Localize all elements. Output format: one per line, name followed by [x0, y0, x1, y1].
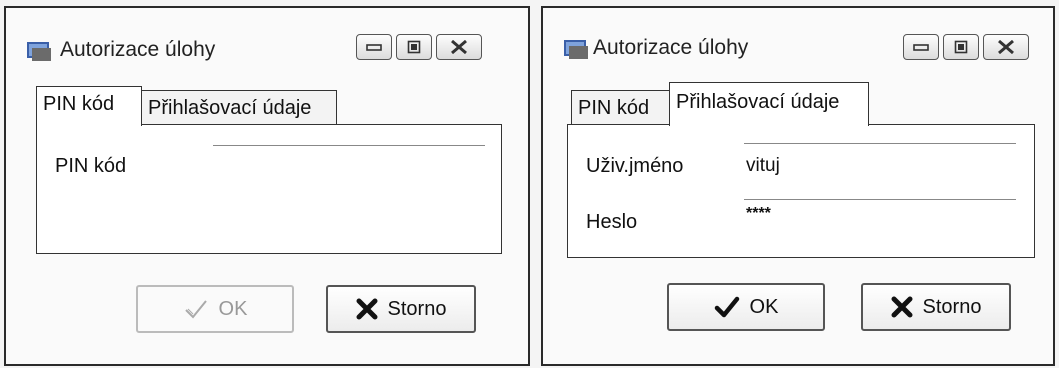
dialog-title: Autorizace úlohy	[593, 36, 749, 59]
tab-label: Přihlašovací údaje	[148, 97, 312, 119]
title-bar: Autorizace úlohy	[543, 8, 1053, 78]
close-button[interactable]	[436, 34, 482, 60]
tab-pin-kod[interactable]: PIN kód	[571, 90, 671, 124]
ok-button[interactable]: OK	[667, 283, 825, 331]
username-label: Uživ.jméno	[586, 155, 684, 177]
password-input-border	[744, 199, 1016, 200]
tab-panel: PIN kód	[36, 124, 502, 254]
auth-dialog-login: Autorizace úlohy PIN kód Přihlašovací úd…	[541, 6, 1055, 366]
x-icon	[356, 298, 378, 320]
maximize-icon	[407, 40, 421, 54]
checkmark-icon	[184, 300, 207, 319]
storno-label: Storno	[387, 297, 447, 320]
tab-pin-kod[interactable]: PIN kód	[36, 86, 142, 126]
app-window-icon	[26, 40, 52, 62]
tab-prihlasovaci-udaje[interactable]: Přihlašovací údaje	[669, 82, 869, 126]
close-button[interactable]	[983, 34, 1029, 60]
tab-label: PIN kód	[578, 97, 650, 119]
close-icon	[998, 40, 1014, 54]
ok-button[interactable]: OK	[136, 285, 294, 333]
username-input[interactable]: vituj	[746, 155, 780, 177]
title-bar: Autorizace úlohy	[6, 8, 528, 78]
pin-input[interactable]	[213, 145, 485, 146]
maximize-icon	[954, 40, 968, 54]
minimize-button[interactable]	[903, 34, 939, 60]
password-input[interactable]: ****	[746, 205, 771, 223]
minimize-icon	[366, 44, 382, 51]
storno-button[interactable]: Storno	[326, 285, 476, 333]
tab-panel: Uživ.jméno vituj Heslo ****	[567, 124, 1035, 258]
minimize-button[interactable]	[356, 34, 392, 60]
minimize-icon	[913, 44, 929, 51]
password-label: Heslo	[586, 211, 638, 233]
storno-label: Storno	[922, 295, 982, 318]
x-icon	[891, 296, 913, 318]
auth-dialog-pin: Autorizace úlohy PIN kód Přihlašovací úd…	[4, 6, 530, 366]
username-input-border	[744, 143, 1016, 144]
ok-label: OK	[749, 295, 779, 318]
maximize-button[interactable]	[396, 34, 432, 60]
ok-label: OK	[218, 297, 248, 320]
pin-label: PIN kód	[55, 155, 127, 177]
checkmark-icon	[714, 296, 739, 318]
close-icon	[451, 40, 467, 54]
tab-prihlasovaci-udaje[interactable]: Přihlašovací údaje	[141, 90, 337, 124]
app-window-icon	[563, 38, 589, 60]
tab-label: PIN kód	[43, 93, 115, 115]
storno-button[interactable]: Storno	[861, 283, 1011, 331]
dialog-title: Autorizace úlohy	[60, 38, 216, 61]
tab-label: Přihlašovací údaje	[676, 91, 840, 113]
maximize-button[interactable]	[943, 34, 979, 60]
